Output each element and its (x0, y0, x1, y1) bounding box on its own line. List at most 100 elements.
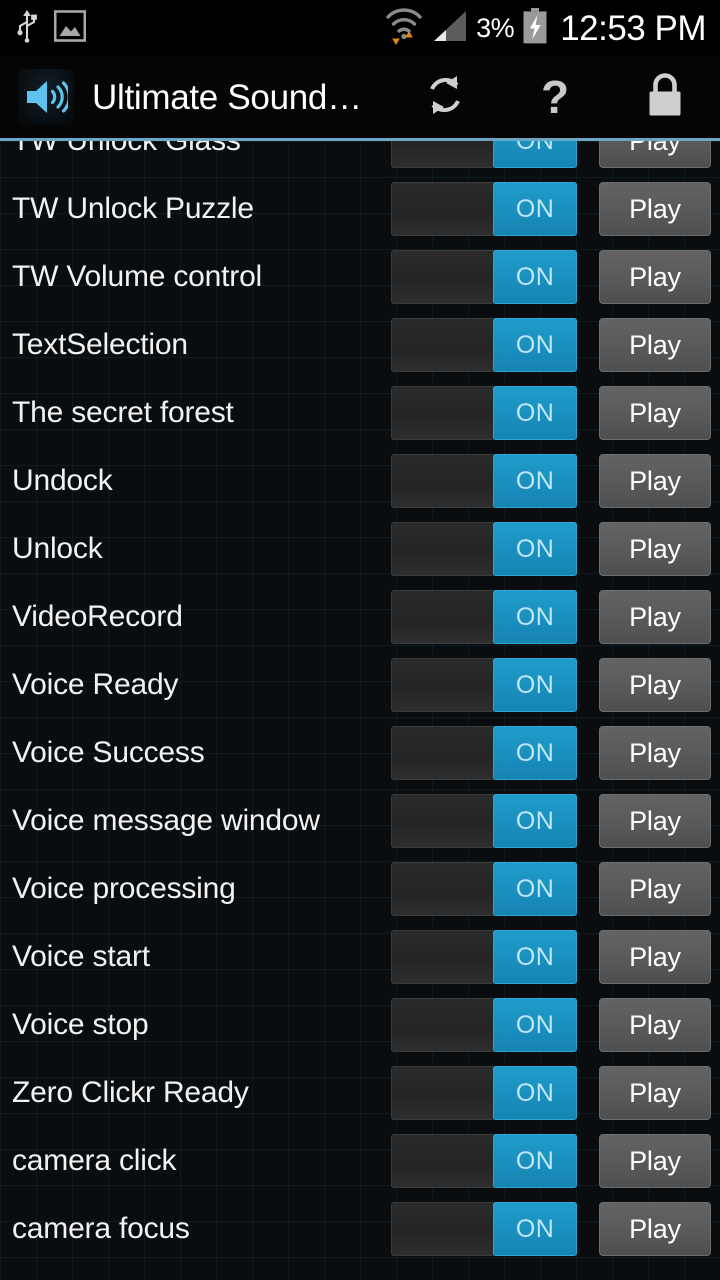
sound-name-label: TW Volume control (12, 262, 263, 292)
play-button[interactable]: Play (599, 930, 711, 984)
toggle-state-label: ON (515, 466, 555, 495)
table-row[interactable]: Undock ON Play (0, 447, 720, 515)
play-button-label: Play (629, 941, 681, 972)
page-title: Ultimate Sound… (92, 79, 362, 115)
toggle-state-label: ON (515, 534, 555, 563)
table-row[interactable]: Voice message window ON Play (0, 787, 720, 855)
sound-toggle[interactable]: ON (391, 658, 577, 712)
play-button[interactable]: Play (599, 141, 711, 168)
sound-name-label: VideoRecord (12, 602, 183, 632)
table-row[interactable]: camera focus ON Play (0, 1195, 720, 1263)
table-row[interactable]: TextSelection ON Play (0, 311, 720, 379)
refresh-button[interactable] (390, 56, 500, 138)
play-button[interactable]: Play (599, 1202, 711, 1256)
play-button[interactable]: Play (599, 1066, 711, 1120)
sound-toggle[interactable]: ON (391, 726, 577, 780)
table-row[interactable]: TW Volume control ON Play (0, 243, 720, 311)
sound-list-container[interactable]: TW Unlock Glass ON Play TW Unlock Puzzle ON P… (0, 141, 720, 1280)
sound-toggle[interactable]: ON (391, 1066, 577, 1120)
play-button-label: Play (629, 141, 681, 155)
status-bar: 3% 12:53 PM (0, 0, 720, 56)
table-row[interactable]: Voice Ready ON Play (0, 651, 720, 719)
table-row[interactable]: TW Unlock Glass ON Play (0, 141, 720, 175)
sound-name-label: Voice Ready (12, 670, 179, 700)
play-button[interactable]: Play (599, 590, 711, 644)
screenshot-image-icon (53, 9, 87, 48)
play-button[interactable]: Play (599, 454, 711, 508)
table-row[interactable]: Voice Success ON Play (0, 719, 720, 787)
table-row[interactable]: The secret forest ON Play (0, 379, 720, 447)
play-button-label: Play (629, 1009, 681, 1040)
sound-toggle[interactable]: ON (391, 386, 577, 440)
sound-name-label: Voice Success (12, 738, 205, 768)
play-button[interactable]: Play (599, 318, 711, 372)
toggle-thumb: ON (493, 1134, 577, 1188)
toggle-thumb: ON (493, 794, 577, 848)
toggle-state-label: ON (515, 1078, 555, 1107)
sound-toggle[interactable]: ON (391, 318, 577, 372)
sound-toggle[interactable]: ON (391, 1202, 577, 1256)
table-row[interactable]: TW Unlock Puzzle ON Play (0, 175, 720, 243)
toggle-thumb: ON (493, 998, 577, 1052)
play-button-label: Play (629, 1145, 681, 1176)
sound-toggle[interactable]: ON (391, 794, 577, 848)
play-button-label: Play (629, 465, 681, 496)
sound-toggle[interactable]: ON (391, 182, 577, 236)
sound-toggle[interactable]: ON (391, 141, 577, 168)
sound-toggle[interactable]: ON (391, 454, 577, 508)
play-button-label: Play (629, 601, 681, 632)
toggle-thumb: ON (493, 454, 577, 508)
battery-charging-icon (522, 7, 548, 49)
table-row[interactable]: Unlock ON Play (0, 515, 720, 583)
sound-name-label: camera focus (12, 1214, 190, 1244)
lock-button[interactable] (610, 56, 720, 138)
play-button[interactable]: Play (599, 1134, 711, 1188)
table-row[interactable]: Voice processing ON Play (0, 855, 720, 923)
play-button[interactable]: Play (599, 998, 711, 1052)
table-row[interactable]: Zero Clickr Ready ON Play (0, 1059, 720, 1127)
sound-toggle[interactable]: ON (391, 862, 577, 916)
sound-toggle[interactable]: ON (391, 1134, 577, 1188)
toggle-thumb: ON (493, 862, 577, 916)
sound-name-label: TW Unlock Puzzle (12, 194, 254, 224)
sound-toggle[interactable]: ON (391, 522, 577, 576)
play-button[interactable]: Play (599, 726, 711, 780)
play-button[interactable]: Play (599, 794, 711, 848)
table-row[interactable]: VideoRecord ON Play (0, 583, 720, 651)
wifi-transfer-icon (384, 7, 424, 50)
play-button[interactable]: Play (599, 658, 711, 712)
play-button-label: Play (629, 397, 681, 428)
sound-name-label: Zero Clickr Ready (12, 1078, 249, 1108)
play-button-label: Play (629, 669, 681, 700)
action-bar-actions: ? (390, 56, 720, 138)
table-row[interactable]: camera click ON Play (0, 1127, 720, 1195)
play-button[interactable]: Play (599, 522, 711, 576)
help-button[interactable]: ? (500, 56, 610, 138)
play-button-label: Play (629, 329, 681, 360)
sound-name-label: TW Unlock Glass (0, 141, 391, 156)
table-row[interactable]: Voice stop ON Play (0, 991, 720, 1059)
status-bar-right-icons: 3% 12:53 PM (384, 7, 706, 50)
toggle-thumb: ON (493, 1202, 577, 1256)
sound-toggle[interactable]: ON (391, 998, 577, 1052)
sound-toggle[interactable]: ON (391, 590, 577, 644)
sound-name-label: Voice stop (12, 1010, 149, 1040)
play-button[interactable]: Play (599, 250, 711, 304)
sound-name-label: Voice start (12, 942, 150, 972)
sound-toggle[interactable]: ON (391, 250, 577, 304)
sound-name-label: Unlock (12, 534, 103, 564)
cellular-signal-icon (432, 9, 468, 48)
play-button-label: Play (629, 261, 681, 292)
play-button[interactable]: Play (599, 386, 711, 440)
toggle-thumb: ON (493, 141, 577, 168)
sound-name-label: The secret forest (12, 398, 234, 428)
play-button[interactable]: Play (599, 862, 711, 916)
table-row[interactable]: Voice start ON Play (0, 923, 720, 991)
toggle-thumb: ON (493, 250, 577, 304)
play-button[interactable]: Play (599, 182, 711, 236)
play-button-label: Play (629, 737, 681, 768)
toggle-state-label: ON (515, 1010, 555, 1039)
play-button-label: Play (629, 805, 681, 836)
sound-toggle[interactable]: ON (391, 930, 577, 984)
play-button-label: Play (629, 873, 681, 904)
